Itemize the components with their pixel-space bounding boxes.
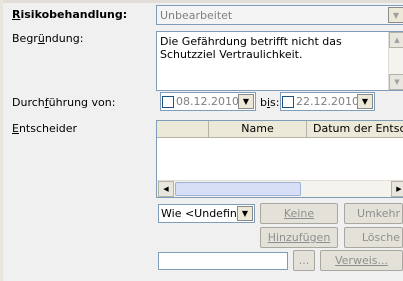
date-from-picker[interactable]: 08.12.2010 ▼ <box>160 92 256 111</box>
column-header-name[interactable]: Name <box>209 121 307 137</box>
scroll-up-icon[interactable]: ▲ <box>389 32 403 48</box>
textarea-scrollbar[interactable]: ▲ ▼ <box>388 32 403 90</box>
begruendung-text: Die Gefährdung betrifft nicht das Schutz… <box>160 35 342 61</box>
risikobehandlung-value: Unbearbeitet <box>160 8 233 22</box>
scroll-thumb[interactable] <box>175 182 301 196</box>
top-border <box>0 0 403 3</box>
date-to-picker[interactable]: 22.12.2010 ▼ <box>280 92 375 111</box>
risikobehandlung-label: Risikobehandlung: <box>12 8 128 21</box>
date-to-value: 22.12.2010 <box>296 95 357 108</box>
column-header-datum[interactable]: Datum der Entsch <box>307 121 403 137</box>
chevron-down-icon[interactable]: ▼ <box>237 206 253 221</box>
scope-select-value: Wie <Undefinie <box>161 207 237 220</box>
calendar-dropdown-icon[interactable]: ▼ <box>357 94 373 109</box>
calendar-dropdown-icon[interactable]: ▼ <box>238 94 254 109</box>
umkehren-button[interactable]: Umkehr <box>344 203 403 224</box>
scroll-down-icon[interactable]: ▼ <box>389 74 403 90</box>
scope-select[interactable]: Wie <Undefinie ▼ <box>158 204 255 223</box>
date-from-checkbox[interactable] <box>162 95 174 108</box>
verweis-input[interactable] <box>158 252 288 270</box>
bis-label: bis: <box>260 96 280 109</box>
begruendung-label: Begründung: <box>12 32 84 45</box>
hinzufuegen-button[interactable]: Hinzufügen <box>260 227 338 248</box>
scroll-right-icon[interactable]: ▶ <box>391 181 403 197</box>
date-from-value: 08.12.2010 <box>176 95 238 108</box>
entscheider-table[interactable]: Name Datum der Entsch ◀ ▶ <box>156 120 403 198</box>
risikobehandlung-select[interactable]: Unbearbeitet ▼ <box>156 5 403 25</box>
scroll-left-icon[interactable]: ◀ <box>158 181 174 197</box>
table-header-blank[interactable] <box>157 121 209 137</box>
verweis-button[interactable]: Verweis... <box>320 250 403 271</box>
keine-button[interactable]: Keine <box>260 203 338 224</box>
date-to-checkbox[interactable] <box>282 95 294 108</box>
loeschen-button[interactable]: Lösche <box>344 227 403 248</box>
durchfuehrung-label: Durchführung von: <box>12 96 116 109</box>
entscheider-label: Entscheider <box>12 122 78 135</box>
chevron-down-icon[interactable]: ▼ <box>388 7 403 23</box>
left-edge <box>0 0 3 281</box>
table-hscrollbar[interactable]: ◀ ▶ <box>157 180 403 197</box>
browse-button[interactable]: ... <box>293 250 315 271</box>
begruendung-textarea[interactable]: Die Gefährdung betrifft nicht das Schutz… <box>156 31 403 91</box>
table-header: Name Datum der Entsch <box>157 121 403 138</box>
